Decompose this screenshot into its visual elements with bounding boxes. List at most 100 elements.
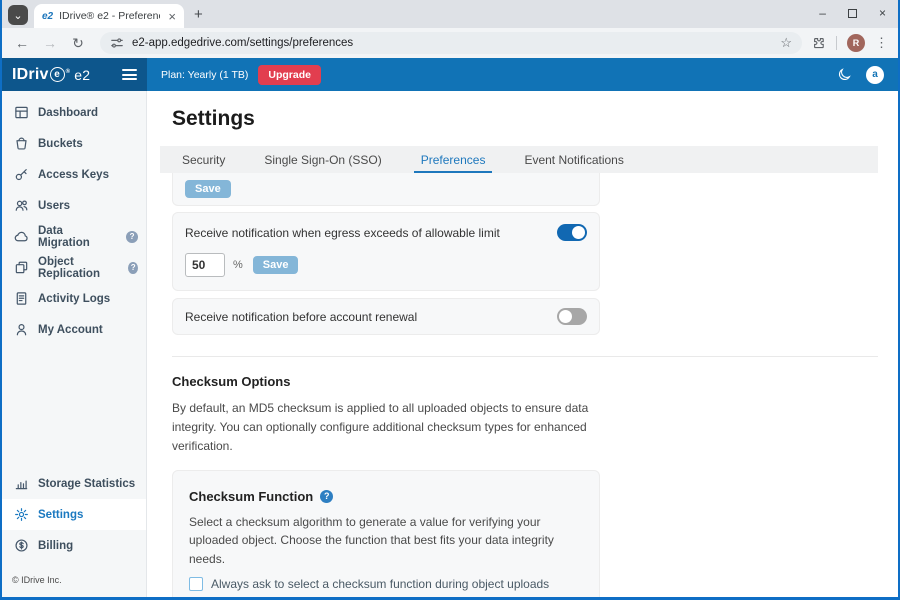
sidebar-item-storage-statistics[interactable]: Storage Statistics [2, 468, 146, 499]
sidebar-item-buckets[interactable]: Buckets [2, 128, 146, 159]
help-icon[interactable]: ? [320, 490, 333, 503]
replication-icon [14, 260, 29, 275]
logo-product: e2 [74, 67, 90, 83]
app-header: IDrive®e2 Plan: Yearly (1 TB) Upgrade a [2, 58, 898, 91]
sidebar-item-label: Object Replication [38, 256, 119, 280]
checksum-function-heading: Checksum Function [189, 489, 313, 504]
sidebar-item-billing[interactable]: Billing [2, 530, 146, 561]
tab-preferences[interactable]: Preferences [414, 146, 493, 173]
renewal-notification-card: Receive notification before account rene… [172, 298, 600, 335]
site-settings-icon[interactable] [110, 36, 124, 50]
reload-icon[interactable]: ↻ [66, 35, 90, 52]
browser-window: ⌄ e2 IDrive® e2 - Preferences × + – × ← … [0, 0, 900, 600]
checksum-options-description: By default, an MD5 checksum is applied t… [172, 399, 604, 457]
bookmark-star-icon[interactable]: ☆ [780, 35, 792, 51]
logo-registered-mark: ® [66, 69, 71, 75]
sidebar-item-label: My Account [38, 324, 103, 336]
upgrade-button[interactable]: Upgrade [258, 65, 321, 85]
checksum-function-card: Checksum Function ? Select a checksum al… [172, 470, 600, 597]
browser-profile-avatar[interactable]: R [847, 34, 865, 52]
sidebar-item-label: Billing [38, 540, 73, 552]
close-button[interactable]: × [879, 7, 886, 19]
window-controls: – × [819, 0, 894, 26]
egress-save-button[interactable]: Save [253, 256, 299, 274]
egress-notification-label: Receive notification when egress exceeds… [185, 226, 500, 240]
gear-icon [14, 507, 29, 522]
tab-close-icon[interactable]: × [166, 10, 178, 23]
extensions-icon[interactable] [812, 36, 826, 50]
copyright-label: © IDrive Inc. [2, 561, 146, 597]
brand-area: IDrive®e2 [2, 58, 147, 91]
minimize-button[interactable]: – [819, 7, 826, 19]
egress-notification-card: Receive notification when egress exceeds… [172, 212, 600, 291]
renewal-notification-toggle[interactable] [557, 308, 587, 325]
address-bar[interactable]: e2-app.edgedrive.com/settings/preference… [100, 32, 802, 54]
tab-favicon: e2 [42, 11, 53, 22]
checksum-options-heading: Checksum Options [172, 374, 878, 389]
browser-toolbar: ← → ↻ e2-app.edgedrive.com/settings/pref… [2, 28, 898, 58]
tab-single-sign-on[interactable]: Single Sign-On (SSO) [257, 146, 388, 173]
settings-tabbar: Security Single Sign-On (SSO) Preference… [160, 146, 878, 173]
url-text[interactable]: e2-app.edgedrive.com/settings/preference… [132, 37, 772, 49]
tab-event-notifications[interactable]: Event Notifications [517, 146, 630, 173]
sidebar-item-label: Dashboard [38, 107, 98, 119]
sidebar-item-users[interactable]: Users [2, 190, 146, 221]
always-ask-checkbox[interactable] [189, 577, 203, 591]
sidebar-item-dashboard[interactable]: Dashboard [2, 97, 146, 128]
sidebar: Dashboard Buckets Access Keys Users Data… [2, 91, 147, 597]
dashboard-icon [14, 105, 29, 120]
percent-label: % [233, 259, 243, 271]
new-tab-button[interactable]: + [194, 6, 203, 23]
sidebar-item-label: Settings [38, 509, 83, 521]
hamburger-menu-icon[interactable] [122, 69, 137, 80]
tab-search-icon[interactable]: ⌄ [8, 5, 28, 25]
toolbar-right: R ⋮ [812, 34, 890, 52]
sidebar-item-activity-logs[interactable]: Activity Logs [2, 283, 146, 314]
person-icon [14, 322, 29, 337]
account-avatar[interactable]: a [866, 66, 884, 84]
sidebar-bottom-group: Storage Statistics Settings Billing © ID… [2, 468, 146, 597]
logo-text: IDriv [12, 66, 49, 84]
maximize-button[interactable] [848, 9, 857, 18]
egress-limit-input[interactable] [185, 253, 225, 277]
sidebar-item-label: Storage Statistics [38, 478, 135, 490]
help-icon[interactable]: ? [126, 231, 138, 243]
sidebar-item-label: Buckets [38, 138, 83, 150]
egress-notification-toggle[interactable] [557, 224, 587, 241]
forward-icon[interactable]: → [38, 35, 62, 51]
sidebar-item-settings[interactable]: Settings [2, 499, 146, 530]
sidebar-item-my-account[interactable]: My Account [2, 314, 146, 345]
help-icon[interactable]: ? [128, 262, 138, 274]
browser-menu-icon[interactable]: ⋮ [875, 35, 888, 51]
bucket-icon [14, 136, 29, 151]
sidebar-item-access-keys[interactable]: Access Keys [2, 159, 146, 190]
sidebar-item-label: Users [38, 200, 70, 212]
key-icon [14, 167, 29, 182]
chart-icon [14, 476, 29, 491]
dark-mode-icon[interactable] [837, 67, 852, 82]
sidebar-item-object-replication[interactable]: Object Replication ? [2, 252, 146, 283]
tab-title: IDrive® e2 - Preferences [59, 10, 160, 22]
dollar-icon [14, 538, 29, 553]
logo-e-mark: e [50, 67, 65, 82]
browser-tabstrip: ⌄ e2 IDrive® e2 - Preferences × + – × [2, 0, 898, 28]
main-content: Settings Security Single Sign-On (SSO) P… [147, 91, 898, 597]
renewal-notification-label: Receive notification before account rene… [185, 310, 417, 324]
toolbar-separator [836, 36, 837, 50]
browser-tab[interactable]: e2 IDrive® e2 - Preferences × [34, 4, 184, 28]
users-icon [14, 198, 29, 213]
save-button[interactable]: Save [185, 180, 231, 198]
idrive-e2-logo[interactable]: IDrive®e2 [12, 66, 90, 84]
always-ask-label: Always ask to select a checksum function… [211, 577, 549, 591]
sidebar-item-label: Activity Logs [38, 293, 110, 305]
app-header-main: Plan: Yearly (1 TB) Upgrade a [147, 58, 898, 91]
back-icon[interactable]: ← [10, 35, 34, 51]
sidebar-item-label: Access Keys [38, 169, 109, 181]
logs-icon [14, 291, 29, 306]
sidebar-item-data-migration[interactable]: Data Migration ? [2, 221, 146, 252]
tab-security[interactable]: Security [175, 146, 232, 173]
partial-settings-card: Save [172, 173, 600, 206]
checksum-function-description: Select a checksum algorithm to generate … [189, 513, 583, 569]
section-divider [172, 356, 878, 357]
cloud-icon [14, 229, 29, 244]
